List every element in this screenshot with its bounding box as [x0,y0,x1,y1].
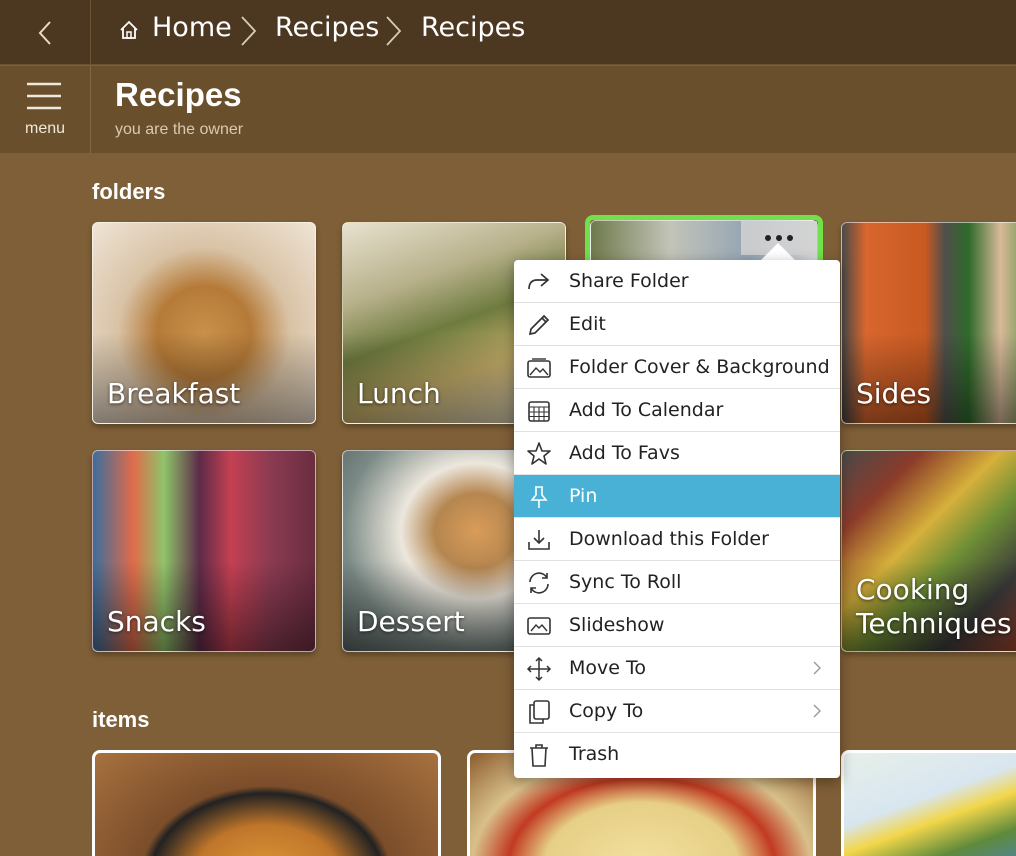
trash-icon [530,744,548,767]
menu-item-slideshow[interactable]: Slideshow [514,604,840,647]
chevron-right-icon [386,16,402,46]
menu-item-label: Add To Calendar [569,399,724,421]
menu-item-download-folder[interactable]: Download this Folder [514,518,840,561]
download-icon [528,530,550,550]
menu-item-pin[interactable]: Pin [514,475,840,518]
chevron-right-icon [813,704,821,718]
folder-breakfast[interactable]: Breakfast [92,222,316,424]
menu-item-label: Sync To Roll [569,571,682,593]
menu-item-folder-cover[interactable]: Folder Cover & Background [514,346,840,389]
menu-item-label: Share Folder [569,270,689,292]
menu-item-label: Download this Folder [569,528,769,550]
folder-context-menu: Share Folder Edit Folder Cover & Backgro… [514,260,840,778]
folder-label: Cooking Techniques Tip [856,573,1016,641]
hamburger-icon [27,82,61,110]
menu-item-label: Slideshow [569,614,665,636]
back-button[interactable] [0,0,91,65]
menu-item-move-to[interactable]: Move To [514,647,840,690]
items-heading: items [92,707,150,732]
item-card[interactable] [841,750,1016,856]
dot-icon [776,235,782,241]
folder-label: Snacks [107,605,206,638]
image-icon [527,358,551,378]
menu-item-label: Move To [569,657,646,679]
calendar-icon [528,401,550,422]
menu-item-edit[interactable]: Edit [514,303,840,346]
move-icon [526,656,552,682]
home-icon[interactable] [118,19,140,41]
pencil-icon [528,314,550,336]
chevron-left-icon [38,20,51,45]
menu-item-label: Copy To [569,700,644,722]
folder-label: Breakfast [107,377,241,410]
chevron-right-icon [241,16,257,46]
pin-icon [530,486,548,508]
menu-label: menu [24,120,66,137]
folder-label: Dessert [357,605,465,638]
page-subtitle: you are the owner [115,121,244,138]
sync-icon [529,572,549,594]
page-header: menu Recipes you are the owner [0,66,1016,153]
folder-label-line: Cooking [856,573,970,606]
folders-heading: folders [92,179,166,204]
share-icon [528,273,550,290]
menu-item-copy-to[interactable]: Copy To [514,690,840,733]
menu-item-label: Folder Cover & Background [569,356,830,378]
folder-label-line: Techniques Tip [856,607,1016,640]
menu-item-label: Pin [569,485,598,507]
menu-item-add-to-calendar[interactable]: Add To Calendar [514,389,840,432]
menu-button[interactable]: menu [0,66,91,153]
menu-item-sync-to-roll[interactable]: Sync To Roll [514,561,840,604]
dot-icon [765,235,771,241]
breadcrumb-current[interactable]: Recipes [421,12,525,43]
breadcrumb-bar: Home Recipes Recipes [0,0,1016,65]
slideshow-icon [527,617,551,635]
page-title: Recipes [115,76,242,113]
copy-icon [529,700,550,724]
menu-caret [760,243,796,261]
menu-item-add-to-favs[interactable]: Add To Favs [514,432,840,475]
folder-cooking-techniques[interactable]: Cooking Techniques Tip [841,450,1016,652]
folder-label: Sides [856,377,932,410]
folder-label: Lunch [357,377,441,410]
item-card[interactable] [92,750,441,856]
menu-item-share-folder[interactable]: Share Folder [514,260,840,303]
menu-item-label: Edit [569,313,606,335]
chevron-right-icon [813,661,821,675]
menu-item-label: Add To Favs [569,442,680,464]
folder-snacks[interactable]: Snacks [92,450,316,652]
dot-icon [787,235,793,241]
breadcrumb-home[interactable]: Home [152,12,232,43]
star-icon [527,442,551,465]
breadcrumb-recipes[interactable]: Recipes [275,12,379,43]
menu-item-trash[interactable]: Trash [514,733,840,776]
menu-item-label: Trash [569,743,620,765]
folder-sides[interactable]: Sides [841,222,1016,424]
